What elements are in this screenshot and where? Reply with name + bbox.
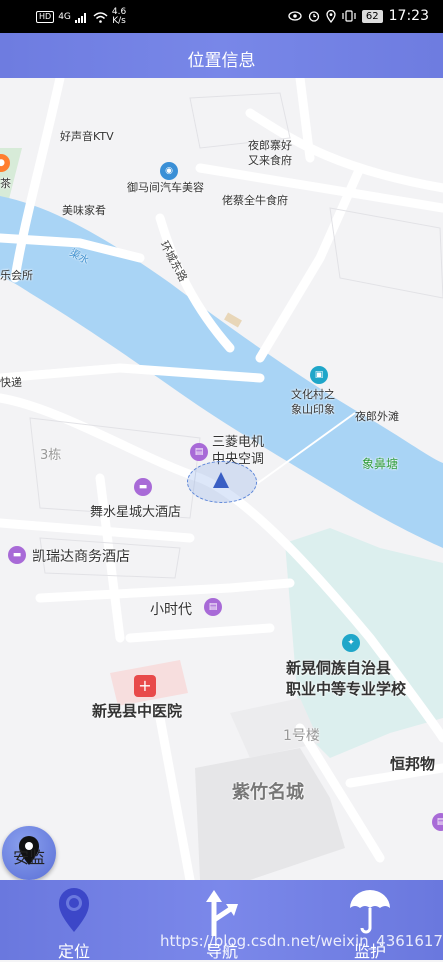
tab-location-label: 定位 xyxy=(57,942,90,961)
map-label-laocai: 佬蔡全牛食府 xyxy=(222,194,288,207)
map-label-building3: 3栋 xyxy=(40,448,62,463)
map-label-kuaidi: 快递 xyxy=(0,376,22,389)
shop-poi-icon[interactable]: ▤ xyxy=(432,813,443,831)
status-time: 17:23 xyxy=(388,8,429,24)
safety-monitor-button[interactable]: 安监 xyxy=(2,826,56,880)
vibrate-icon xyxy=(342,10,356,22)
umbrella-icon xyxy=(350,890,390,934)
eye-icon xyxy=(288,11,302,21)
status-bar: HD 4G 4.6 K/s 62 17:23 xyxy=(0,0,443,33)
map-label-yelang-food: 夜郎寨好 又来食府 xyxy=(248,139,292,167)
location-icon xyxy=(326,9,336,23)
school-poi-icon[interactable]: ✦ xyxy=(342,634,360,652)
hospital-poi-icon[interactable]: + xyxy=(134,675,156,697)
map-view[interactable]: ● ◉ ▣ ▤ ▬ ▬ ▤ ✦ + ▤ 好声音KTV 夜郎寨好 又来食府 御马间… xyxy=(0,78,443,880)
network-type: 4G xyxy=(58,11,71,22)
map-label-cha: 茶 xyxy=(0,177,11,190)
current-location-arrow-icon xyxy=(213,472,229,488)
map-label-hospital: 新晃县中医院 xyxy=(92,702,183,720)
map-label-hengbang: 恒邦物 xyxy=(390,755,436,773)
map-label-car-service: 御马间汽车美容 xyxy=(127,181,204,194)
map-label-xiangbitang: 象鼻塘 xyxy=(362,457,399,471)
shop-poi-icon[interactable]: ▤ xyxy=(204,598,222,616)
location-pin-icon xyxy=(59,888,89,932)
signal-icon xyxy=(74,12,86,23)
map-label-meiwei: 美味家肴 xyxy=(62,204,106,217)
map-label-kairuida: 凯瑞达商务酒店 xyxy=(32,549,130,565)
watermark: https://blog.csdn.net/weixin_43616178 xyxy=(160,932,443,950)
battery-level: 62 xyxy=(361,9,383,23)
page-title: 位置信息 xyxy=(187,51,256,71)
map-label-school: 新晃侗族自治县 职业中等专业学校 xyxy=(286,659,407,698)
speed-unit: K/s xyxy=(112,16,126,26)
alarm-icon xyxy=(308,11,320,22)
hotel-poi-icon[interactable]: ▬ xyxy=(8,546,26,564)
network-speed: 4.6 K/s xyxy=(112,8,126,26)
safety-monitor-label: 安监 xyxy=(12,848,45,867)
hotel-poi-icon[interactable]: ▬ xyxy=(134,478,152,496)
map-label-yelang-beach: 夜郎外滩 xyxy=(355,410,399,423)
map-label-ktv: 好声音KTV xyxy=(60,130,114,143)
map-label-building1: 1号楼 xyxy=(283,728,320,744)
wifi-icon xyxy=(93,11,108,23)
hd-indicator: HD xyxy=(36,11,55,23)
map-label-xiaoshidai: 小时代 xyxy=(150,602,192,618)
map-label-club: 乐会所 xyxy=(0,269,33,282)
tab-location[interactable]: 定位 xyxy=(0,880,148,961)
culture-poi-icon[interactable]: ▣ xyxy=(310,366,328,384)
map-label-zizhu: 紫竹名城 xyxy=(232,782,304,803)
title-bar: 位置信息 xyxy=(0,33,443,78)
navigation-arrow-icon xyxy=(206,890,238,936)
shop-poi-icon[interactable]: ▤ xyxy=(190,443,208,461)
map-label-wenhua: 文化村之 象山印象 xyxy=(291,388,335,416)
car-service-poi-icon[interactable]: ◉ xyxy=(160,162,178,180)
map-label-wushui-hotel: 舞水星城大酒店 xyxy=(90,505,182,520)
